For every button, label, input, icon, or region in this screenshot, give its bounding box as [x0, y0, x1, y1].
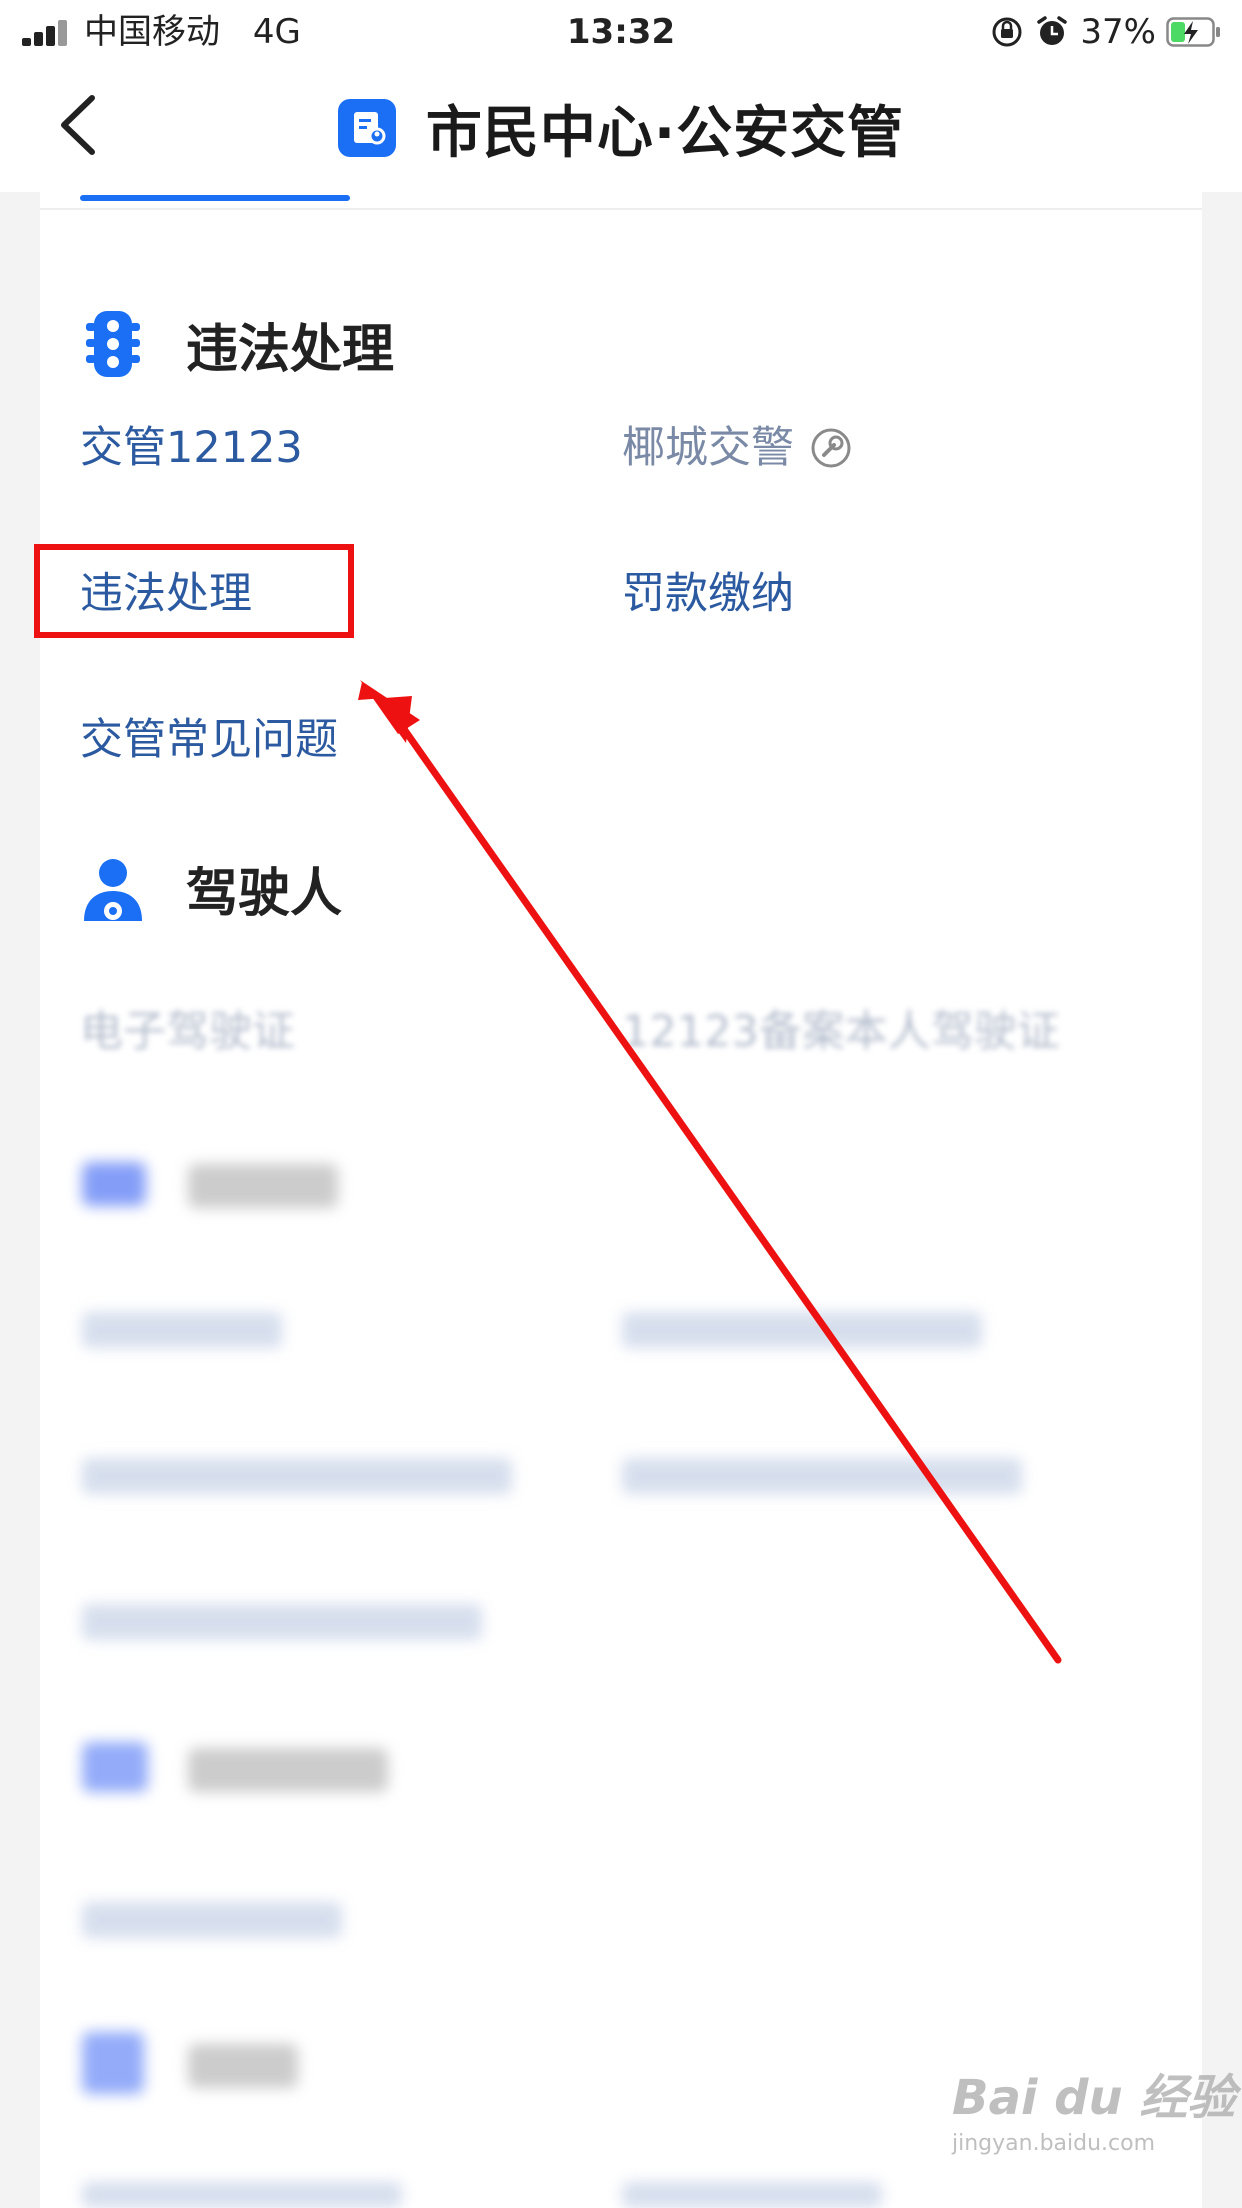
blurred-link — [82, 1902, 342, 1938]
blurred-section-title — [188, 1164, 338, 1208]
alarm-icon — [1037, 16, 1068, 45]
status-bar: 中国移动 4G 13:32 37% — [0, 0, 1242, 64]
blurred-section-title — [188, 2044, 298, 2088]
baidu-watermark: Bai du 经验 jingyan.baidu.com — [952, 2070, 1236, 2158]
battery-percent: 37% — [1080, 12, 1156, 52]
navigation-bar: 市民中心·公安交管 — [0, 64, 1242, 192]
content-card: 违法处理 交管12123 椰城交警 违法处理 罚款缴纳 交管常见问题 驾驶人 电… — [40, 192, 1202, 2208]
vehicle-icon — [82, 1162, 146, 1206]
nav-title-group: 市民中心·公安交管 — [0, 64, 1242, 192]
blurred-link — [82, 1604, 482, 1640]
rotation-lock-icon — [992, 17, 1022, 47]
folder-icon — [82, 1742, 148, 1792]
watermark-url: jingyan.baidu.com — [952, 2131, 1156, 2156]
blurred-link — [622, 2182, 882, 2208]
annotation-highlight-box — [34, 544, 354, 638]
blurred-section-title — [188, 1748, 388, 1792]
grid-icon — [82, 2032, 144, 2094]
blurred-link — [82, 1312, 282, 1348]
blurred-content-area — [40, 192, 1202, 2208]
battery-icon — [1166, 17, 1220, 47]
blurred-link — [622, 1312, 982, 1348]
blurred-link — [82, 1458, 512, 1494]
blurred-link — [82, 2182, 402, 2208]
status-indicators: 37% — [990, 12, 1222, 52]
page-title: 市民中心·公安交管 — [425, 100, 905, 166]
watermark-brand: Bai du 经验 — [952, 2070, 1236, 2126]
city-service-app-icon — [337, 99, 396, 157]
blurred-link — [622, 1458, 1022, 1494]
